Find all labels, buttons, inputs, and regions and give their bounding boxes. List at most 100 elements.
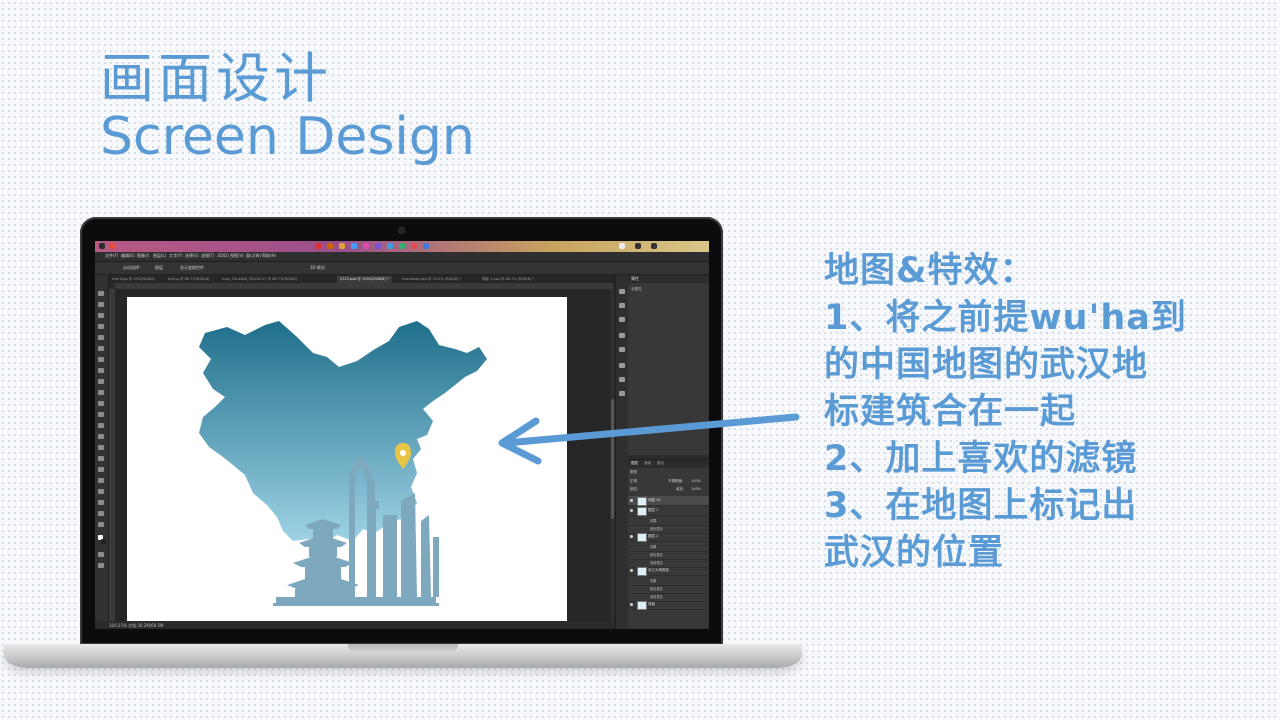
frame-tool-icon[interactable]	[98, 346, 104, 351]
type-tool-icon[interactable]	[98, 467, 104, 472]
move-tool-icon[interactable]	[98, 291, 104, 296]
properties-title: 属性	[631, 276, 639, 281]
path-select-icon[interactable]	[98, 478, 104, 483]
layer-name: 颜色叠加	[650, 587, 663, 591]
app-icon[interactable]	[315, 243, 321, 249]
menu-3d[interactable]: 3D(D)	[217, 253, 229, 258]
camera-icon	[399, 228, 404, 233]
document-tab[interactable]: trackbook.psd @ 33.3% (RGB/8) *	[399, 276, 464, 283]
layer-row[interactable]: 图层 2	[628, 532, 709, 542]
tray-icon[interactable]	[635, 243, 641, 249]
blur-tool-icon[interactable]	[98, 434, 104, 439]
laptop-notch	[348, 644, 458, 653]
app-icon[interactable]	[327, 243, 333, 249]
quick-mask-icon[interactable]	[98, 552, 104, 557]
paragraph-icon[interactable]	[619, 317, 625, 322]
menu-select[interactable]: 选择(S)	[185, 253, 199, 259]
shape-tool-icon[interactable]	[98, 489, 104, 494]
swatches-icon[interactable]	[619, 363, 625, 368]
more-tools-icon[interactable]	[98, 522, 104, 527]
styles-icon[interactable]	[619, 377, 625, 382]
pen-tool-icon[interactable]	[98, 456, 104, 461]
visibility-eye-icon[interactable]	[630, 535, 633, 538]
app-icon[interactable]	[375, 243, 381, 249]
visibility-eye-icon[interactable]	[630, 603, 633, 606]
visibility-eye-icon[interactable]	[630, 509, 633, 512]
document-tab[interactable]: chart.jpg @ 50%(RGB/8)	[109, 276, 158, 283]
app-icon[interactable]	[363, 243, 369, 249]
menu-image[interactable]: 图像(I)	[137, 253, 149, 259]
marquee-tool-icon[interactable]	[98, 302, 104, 307]
auto-select-checkbox[interactable]: 自动选择：	[123, 265, 143, 271]
history-icon[interactable]	[619, 289, 625, 294]
china-map-shape	[199, 321, 487, 543]
libraries-icon[interactable]	[619, 391, 625, 396]
document-tab[interactable]: hujing @ 66.7%(RGB/8)	[165, 276, 212, 283]
layer-name: 效果	[650, 579, 657, 583]
menu-window[interactable]: 窗口(W)	[246, 253, 261, 259]
tray-icon[interactable]	[619, 243, 625, 249]
layer-thumbnail	[637, 533, 647, 542]
layer-row[interactable]: 图层 1	[628, 506, 709, 516]
blend-mode-select[interactable]: 正常	[630, 479, 637, 484]
background-color-swatch[interactable]	[101, 539, 106, 544]
visibility-eye-icon[interactable]	[630, 499, 633, 502]
layer-row[interactable]: 地图 28	[628, 496, 709, 506]
menu-help[interactable]: 帮助(H)	[262, 253, 276, 259]
app-icon[interactable]	[351, 243, 357, 249]
color-icon[interactable]	[619, 347, 625, 352]
magic-wand-tool-icon[interactable]	[98, 324, 104, 329]
gradient-tool-icon[interactable]	[98, 423, 104, 428]
layer-name: 渐变叠加	[650, 561, 663, 565]
screen-mode-icon[interactable]	[98, 563, 104, 568]
history-brush-icon[interactable]	[98, 401, 104, 406]
layer-thumbnail	[637, 507, 647, 516]
eyedropper-tool-icon[interactable]	[98, 357, 104, 362]
ps-logo-icon[interactable]	[99, 243, 105, 249]
app-icon[interactable]	[109, 243, 115, 249]
app-icon[interactable]	[339, 243, 345, 249]
tray-icon[interactable]	[651, 243, 657, 249]
lasso-tool-icon[interactable]	[98, 313, 104, 318]
stamp-tool-icon[interactable]	[98, 390, 104, 395]
layer-dropdown[interactable]: 图层	[155, 265, 163, 271]
app-icon[interactable]	[399, 243, 405, 249]
app-icon[interactable]	[423, 243, 429, 249]
fill-value[interactable]: 100%	[691, 487, 701, 491]
document-tab[interactable]: 背影 1.psd @ 66.7% (RGB/8) *	[479, 276, 537, 283]
app-icon[interactable]	[411, 243, 417, 249]
adjustments-icon[interactable]	[619, 333, 625, 338]
document-tabs: chart.jpg @ 50%(RGB/8) hujing @ 66.7%(RG…	[109, 275, 627, 283]
description-line: 3、在地图上标记出	[824, 486, 1138, 526]
menu-filter[interactable]: 滤镜(T)	[201, 253, 215, 259]
document-tab-active[interactable]: 2323.psd @ 100%(RGB/8) *	[337, 276, 392, 283]
layer-name: 地图 28	[648, 498, 661, 502]
character-icon[interactable]	[619, 303, 625, 308]
menu-file[interactable]: 文件(F)	[105, 253, 118, 259]
document-tab[interactable]: fupu_20c4dbb_35202117 @ 66.7%(RGB/8)	[219, 276, 300, 283]
menu-view[interactable]: 视图(V)	[230, 253, 244, 259]
opacity-value[interactable]: 100%	[691, 479, 701, 483]
healing-brush-icon[interactable]	[98, 368, 104, 373]
menu-layer[interactable]: 图层(L)	[153, 253, 166, 259]
description-line: 的中国地图的武汉地	[824, 345, 1149, 385]
crop-tool-icon[interactable]	[98, 335, 104, 340]
design-description: 地图&特效： 1、将之前提wu'ha到 的中国地图的武汉地 标建筑合在一起 2、…	[824, 248, 1264, 577]
description-line: 2、加上喜欢的滤镜	[824, 439, 1138, 479]
eraser-tool-icon[interactable]	[98, 412, 104, 417]
zoom-tool-icon[interactable]	[98, 511, 104, 516]
layer-kind-filter[interactable]: 类型	[630, 470, 637, 475]
menu-edit[interactable]: 编辑(E)	[121, 253, 135, 259]
brush-tool-icon[interactable]	[98, 379, 104, 384]
layer-name: 效果	[650, 545, 657, 549]
hand-tool-icon[interactable]	[98, 500, 104, 505]
layer-row[interactable]: 背景	[628, 600, 709, 610]
dodge-tool-icon[interactable]	[98, 445, 104, 450]
layer-name: 颜色叠加	[650, 527, 663, 531]
layer-name: 图层 1	[648, 508, 659, 512]
visibility-eye-icon[interactable]	[630, 569, 633, 572]
menu-type[interactable]: 文字(Y)	[169, 253, 183, 259]
app-icon[interactable]	[387, 243, 393, 249]
show-transform-checkbox[interactable]: 显示变换控件	[180, 265, 204, 271]
layer-row[interactable]: 长江大桥剪影	[628, 566, 709, 576]
